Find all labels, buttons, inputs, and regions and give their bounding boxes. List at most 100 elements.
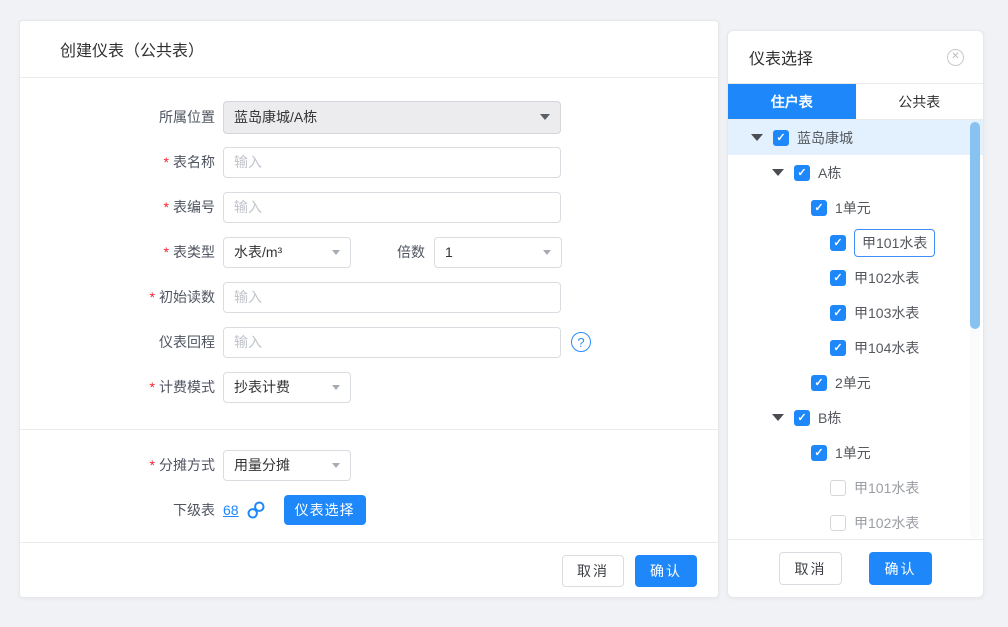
required-asterisk (150, 457, 159, 473)
form-body: 所属位置 蓝岛康城/A栋 表名称 表编号 表类型 水表/m³ 倍数 1 (20, 78, 718, 526)
multiplier-select[interactable]: 1 (434, 237, 562, 268)
caret-down-icon[interactable] (751, 134, 763, 141)
checkbox-checked[interactable] (773, 130, 789, 146)
tree-row-unit-1a[interactable]: 1单元 (728, 190, 983, 225)
billing-mode-value: 抄表计费 (234, 377, 326, 397)
create-meter-dialog: 创建仪表（公共表） 所属位置 蓝岛康城/A栋 表名称 表编号 表类型 水表/m³… (19, 20, 719, 598)
meter-no-label: 表编号 (173, 199, 215, 215)
required-asterisk (164, 199, 173, 215)
tree-node-label-focused[interactable]: 甲101水表 (854, 229, 935, 257)
tree-row-meter-a102[interactable]: 甲102水表 (728, 260, 983, 295)
checkbox-checked[interactable] (830, 340, 846, 356)
tree-node-label: 1单元 (835, 198, 871, 218)
tab-public-meter[interactable]: 公共表 (856, 84, 984, 119)
multiplier-label: 倍数 (397, 242, 425, 262)
tree-row-unit-2a[interactable]: 2单元 (728, 365, 983, 400)
multiplier-value: 1 (445, 244, 537, 260)
tree-node-label: 2单元 (835, 373, 871, 393)
billing-mode-label: 计费模式 (159, 379, 215, 395)
form-row-sub-meters: 下级表 68 仪表选择 (20, 494, 718, 526)
tree-row-building-a[interactable]: A栋 (728, 155, 983, 190)
checkbox-checked[interactable] (830, 235, 846, 251)
tree-node-label: 1单元 (835, 443, 871, 463)
confirm-button[interactable]: 确认 (635, 555, 697, 587)
required-asterisk (150, 289, 159, 305)
tree-node-label: A栋 (818, 163, 841, 183)
form-row-initial-reading: 初始读数 (20, 281, 718, 313)
chevron-down-icon (543, 250, 551, 255)
tree-row-community[interactable]: 蓝岛康城 (728, 120, 983, 155)
caret-down-icon[interactable] (772, 169, 784, 176)
chevron-down-icon (332, 385, 340, 390)
checkbox-checked[interactable] (794, 410, 810, 426)
share-method-value: 用量分摊 (234, 455, 326, 475)
tree-row-unit-1b[interactable]: 1单元 (728, 435, 983, 470)
initial-reading-input[interactable] (223, 282, 561, 313)
tree-row-meter-a104[interactable]: 甲104水表 (728, 330, 983, 365)
location-label: 所属位置 (20, 107, 223, 127)
form-row-meter-no: 表编号 (20, 191, 718, 223)
tree-node-label: 甲102水表 (854, 268, 919, 288)
chevron-down-icon (540, 114, 550, 120)
caret-down-icon[interactable] (772, 414, 784, 421)
location-select[interactable]: 蓝岛康城/A栋 (223, 101, 561, 134)
meter-name-input[interactable] (223, 147, 561, 178)
panel-cancel-button[interactable]: 取消 (779, 552, 842, 585)
checkbox-unchecked[interactable] (830, 515, 846, 531)
tree-row-meter-b101[interactable]: 甲101水表 (728, 470, 983, 505)
tree-node-label: 甲102水表 (854, 513, 919, 533)
checkbox-checked[interactable] (811, 200, 827, 216)
tree-row-building-b[interactable]: B栋 (728, 400, 983, 435)
tree-row-meter-a103[interactable]: 甲103水表 (728, 295, 983, 330)
form-row-share-method: 分摊方式 用量分摊 (20, 449, 718, 481)
link-chain-icon[interactable] (246, 500, 266, 520)
close-icon[interactable] (947, 49, 964, 66)
required-asterisk (164, 154, 173, 170)
checkbox-checked[interactable] (830, 305, 846, 321)
cancel-button[interactable]: 取消 (562, 555, 624, 587)
panel-title: 仪表选择 (749, 45, 813, 69)
form-row-location: 所属位置 蓝岛康城/A栋 (20, 101, 718, 133)
meter-return-input[interactable] (223, 327, 561, 358)
tree-node-label: 蓝岛康城 (797, 128, 853, 148)
checkbox-unchecked[interactable] (830, 480, 846, 496)
form-row-billing-mode: 计费模式 抄表计费 (20, 371, 718, 403)
checkbox-checked[interactable] (830, 270, 846, 286)
meter-type-label: 表类型 (173, 244, 215, 260)
tree-row-meter-b102[interactable]: 甲102水表 (728, 505, 983, 539)
tree-node-label: B栋 (818, 408, 841, 428)
location-value: 蓝岛康城/A栋 (234, 107, 534, 127)
panel-confirm-button[interactable]: 确认 (869, 552, 932, 585)
meter-tree: 蓝岛康城 A栋 1单元 甲101水表 甲102水表 甲103水表 甲104水表 (728, 120, 983, 539)
chevron-down-icon (332, 463, 340, 468)
meter-no-input[interactable] (223, 192, 561, 223)
meter-type-select[interactable]: 水表/m³ (223, 237, 351, 268)
meter-name-label: 表名称 (173, 154, 215, 170)
chevron-down-icon (332, 250, 340, 255)
billing-mode-select[interactable]: 抄表计费 (223, 372, 351, 403)
share-section: 分摊方式 用量分摊 下级表 68 仪表选择 (20, 430, 718, 526)
required-asterisk (164, 244, 173, 260)
checkbox-checked[interactable] (811, 445, 827, 461)
share-method-select[interactable]: 用量分摊 (223, 450, 351, 481)
tree-row-meter-a101[interactable]: 甲101水表 (728, 225, 983, 260)
meter-tabs: 住户表 公共表 (728, 84, 983, 120)
checkbox-checked[interactable] (794, 165, 810, 181)
panel-footer: 取消 确认 (728, 539, 983, 597)
required-asterisk (150, 379, 159, 395)
scrollbar-thumb[interactable] (970, 122, 980, 329)
meter-return-label: 仪表回程 (20, 332, 223, 352)
help-question-icon[interactable] (571, 332, 591, 352)
meter-type-value: 水表/m³ (234, 242, 326, 262)
open-meter-select-button[interactable]: 仪表选择 (284, 495, 366, 525)
sub-meters-label: 下级表 (20, 500, 223, 520)
tree-node-label: 甲104水表 (854, 338, 919, 358)
panel-header: 仪表选择 (728, 31, 983, 84)
tab-resident-meter[interactable]: 住户表 (728, 84, 856, 119)
dialog-title: 创建仪表（公共表） (60, 37, 204, 61)
checkbox-checked[interactable] (811, 375, 827, 391)
form-row-meter-type: 表类型 水表/m³ 倍数 1 (20, 236, 718, 268)
initial-reading-label: 初始读数 (159, 289, 215, 305)
tree-node-label: 甲101水表 (854, 478, 919, 498)
sub-meter-count-link[interactable]: 68 (223, 502, 239, 518)
